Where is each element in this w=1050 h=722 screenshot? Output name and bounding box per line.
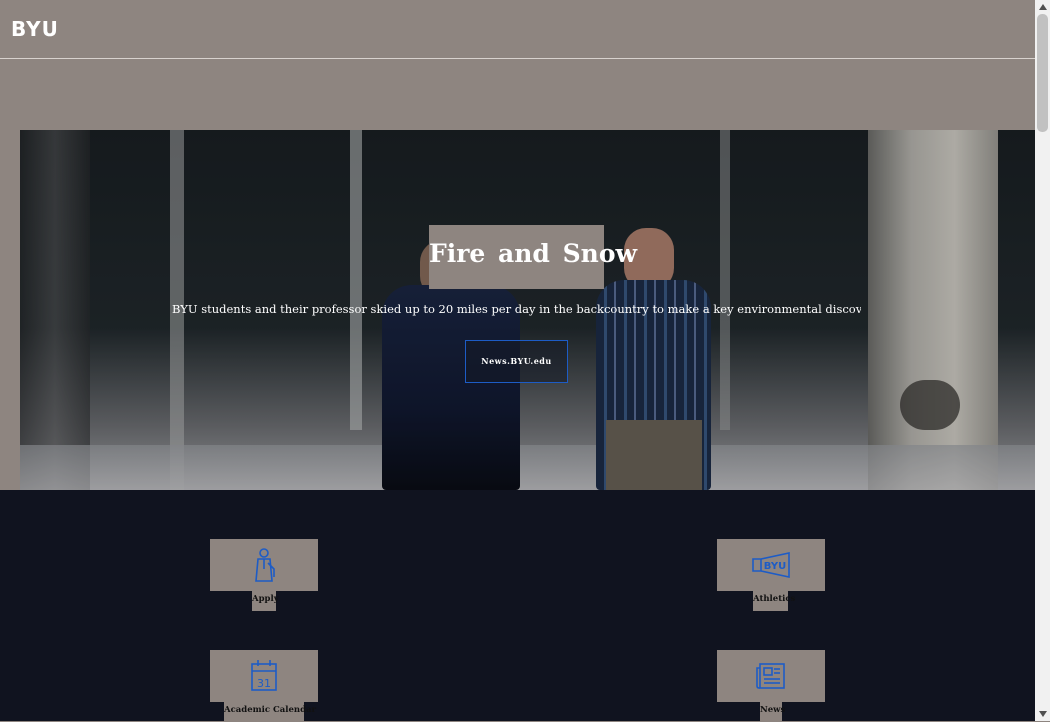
hero-banner: Fire and Snow BYU students and their pro…: [20, 130, 1035, 490]
graduate-icon: [255, 548, 275, 582]
athletics-tile[interactable]: BYU: [717, 539, 825, 591]
scroll-up-arrow-icon[interactable]: [1039, 4, 1047, 10]
hero-title: Fire and Snow: [429, 225, 637, 289]
site-header: BYU: [0, 0, 1035, 59]
vertical-scrollbar[interactable]: [1035, 0, 1050, 721]
byu-logo[interactable]: BYU: [11, 17, 59, 41]
athletics-label[interactable]: Athletics: [753, 591, 795, 611]
news-tile[interactable]: [717, 650, 825, 702]
apply-label[interactable]: Apply: [252, 591, 279, 611]
quick-links: Apply BYU Athletics 31 Academic Calendar: [0, 490, 1035, 722]
calendar-icon-day: 31: [257, 677, 271, 690]
athletics-icon-text: BYU: [764, 561, 786, 572]
megaphone-icon: BYU: [752, 552, 790, 578]
academic-calendar-label[interactable]: Academic Calendar: [224, 702, 316, 722]
newspaper-icon: [756, 663, 785, 689]
calendar-icon: 31: [251, 660, 277, 691]
scroll-thumb[interactable]: [1037, 14, 1048, 132]
news-label[interactable]: News: [760, 702, 785, 722]
academic-calendar-tile[interactable]: 31: [210, 650, 318, 702]
apply-tile[interactable]: [210, 539, 318, 591]
hero-subtitle: BYU students and their professor skied u…: [172, 302, 861, 316]
scroll-down-arrow-icon[interactable]: [1039, 711, 1047, 717]
news-button[interactable]: News.BYU.edu: [465, 340, 568, 383]
